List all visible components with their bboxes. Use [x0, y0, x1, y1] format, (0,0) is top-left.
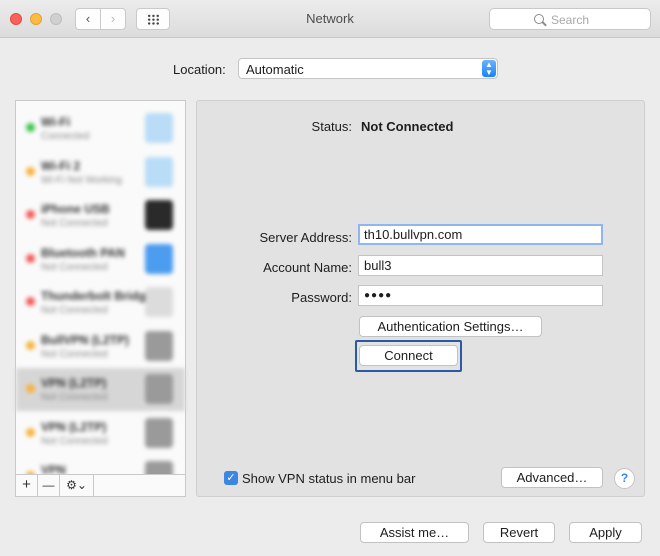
- service-item[interactable]: Bluetooth PAN Not Connected: [16, 238, 185, 281]
- action-menu-button[interactable]: ⚙⌄: [60, 475, 94, 496]
- status-dot-icon: [26, 123, 35, 132]
- connect-button[interactable]: Connect: [359, 345, 458, 366]
- status-value: Not Connected: [361, 119, 454, 134]
- password-label: Password:: [291, 290, 352, 305]
- service-item[interactable]: Thunderbolt Bridge Not Connected: [16, 281, 185, 324]
- search-placeholder: Search: [551, 13, 590, 27]
- service-status: Not Connected: [41, 348, 108, 360]
- lock-icon: [145, 374, 173, 404]
- location-select[interactable]: Automatic ▲ ▼: [238, 58, 498, 79]
- server-address-field[interactable]: th10.bullvpn.com: [358, 224, 603, 245]
- show-vpn-status-label: Show VPN status in menu bar: [242, 471, 416, 486]
- search-field[interactable]: Search: [489, 8, 651, 30]
- status-dot-icon: [26, 427, 35, 437]
- service-name: iPhone USB: [41, 202, 110, 216]
- service-name: VPN (L2TP): [41, 419, 107, 434]
- account-name-label: Account Name:: [263, 260, 352, 275]
- advanced-button[interactable]: Advanced…: [501, 467, 603, 488]
- service-item[interactable]: VPN (L2TP) Not Connected: [16, 368, 185, 411]
- updown-arrows-icon: ▲ ▼: [482, 60, 496, 77]
- password-field[interactable]: ●●●●: [358, 285, 603, 306]
- help-button[interactable]: ?: [614, 468, 635, 489]
- service-item[interactable]: VPN (L2TP) Not Connected: [16, 412, 185, 455]
- bridge-icon: [145, 287, 173, 317]
- service-item[interactable]: Wi-Fi 2 Wi-Fi Not Working: [16, 151, 185, 194]
- search-icon: [534, 14, 544, 24]
- service-status: Not Connected: [41, 392, 108, 403]
- service-list-toolbar: + — ⚙⌄: [16, 474, 185, 496]
- wifi-icon: [145, 113, 173, 143]
- service-name: Wi-Fi 2: [41, 158, 81, 173]
- location-label: Location:: [173, 62, 226, 77]
- service-name: VPN (L2TP): [41, 376, 107, 390]
- lock-icon: [145, 330, 173, 361]
- service-name: Bluetooth PAN: [41, 245, 125, 260]
- bluetooth-icon: [145, 243, 173, 274]
- service-status: Not Connected: [41, 305, 108, 316]
- status-dot-icon: [26, 384, 35, 393]
- service-item[interactable]: iPhone USB Not Connected: [16, 194, 185, 237]
- server-address-label: Server Address:: [259, 230, 353, 245]
- service-name: BullVPN (L2TP): [41, 332, 130, 347]
- status-dot-icon: [26, 340, 35, 350]
- status-dot-icon: [26, 297, 35, 306]
- location-value: Automatic: [246, 62, 304, 77]
- service-status: Not Connected: [41, 261, 108, 273]
- apply-button[interactable]: Apply: [569, 522, 642, 543]
- authentication-settings-button[interactable]: Authentication Settings…: [359, 316, 542, 337]
- service-status: Connected: [41, 131, 90, 142]
- service-list: Wi-Fi Connected Wi-Fi 2 Wi-Fi Not Working iP…: [15, 100, 186, 497]
- remove-service-button[interactable]: —: [38, 475, 60, 496]
- lock-icon: [145, 417, 173, 448]
- service-name: Thunderbolt Bridge: [41, 289, 153, 303]
- account-name-field[interactable]: bull3: [358, 255, 603, 276]
- assist-me-button[interactable]: Assist me…: [360, 522, 469, 543]
- service-item[interactable]: Wi-Fi Connected: [16, 107, 185, 150]
- service-status: Wi-Fi Not Working: [41, 174, 122, 186]
- phone-icon: [145, 200, 173, 230]
- status-dot-icon: [26, 210, 35, 219]
- status-dot-icon: [26, 166, 35, 176]
- title-bar: ‹ › Network Search: [0, 0, 660, 38]
- wifi-icon: [145, 156, 173, 187]
- add-service-button[interactable]: +: [16, 475, 38, 496]
- status-label: Status:: [311, 119, 352, 134]
- status-dot-icon: [26, 253, 35, 263]
- service-item[interactable]: BullVPN (L2TP) Not Connected: [16, 325, 185, 368]
- service-status: Not Connected: [41, 218, 108, 229]
- service-name: Wi-Fi: [41, 115, 71, 129]
- revert-button[interactable]: Revert: [483, 522, 555, 543]
- service-status: Not Connected: [41, 435, 108, 447]
- show-vpn-status-checkbox[interactable]: ✓: [224, 471, 238, 485]
